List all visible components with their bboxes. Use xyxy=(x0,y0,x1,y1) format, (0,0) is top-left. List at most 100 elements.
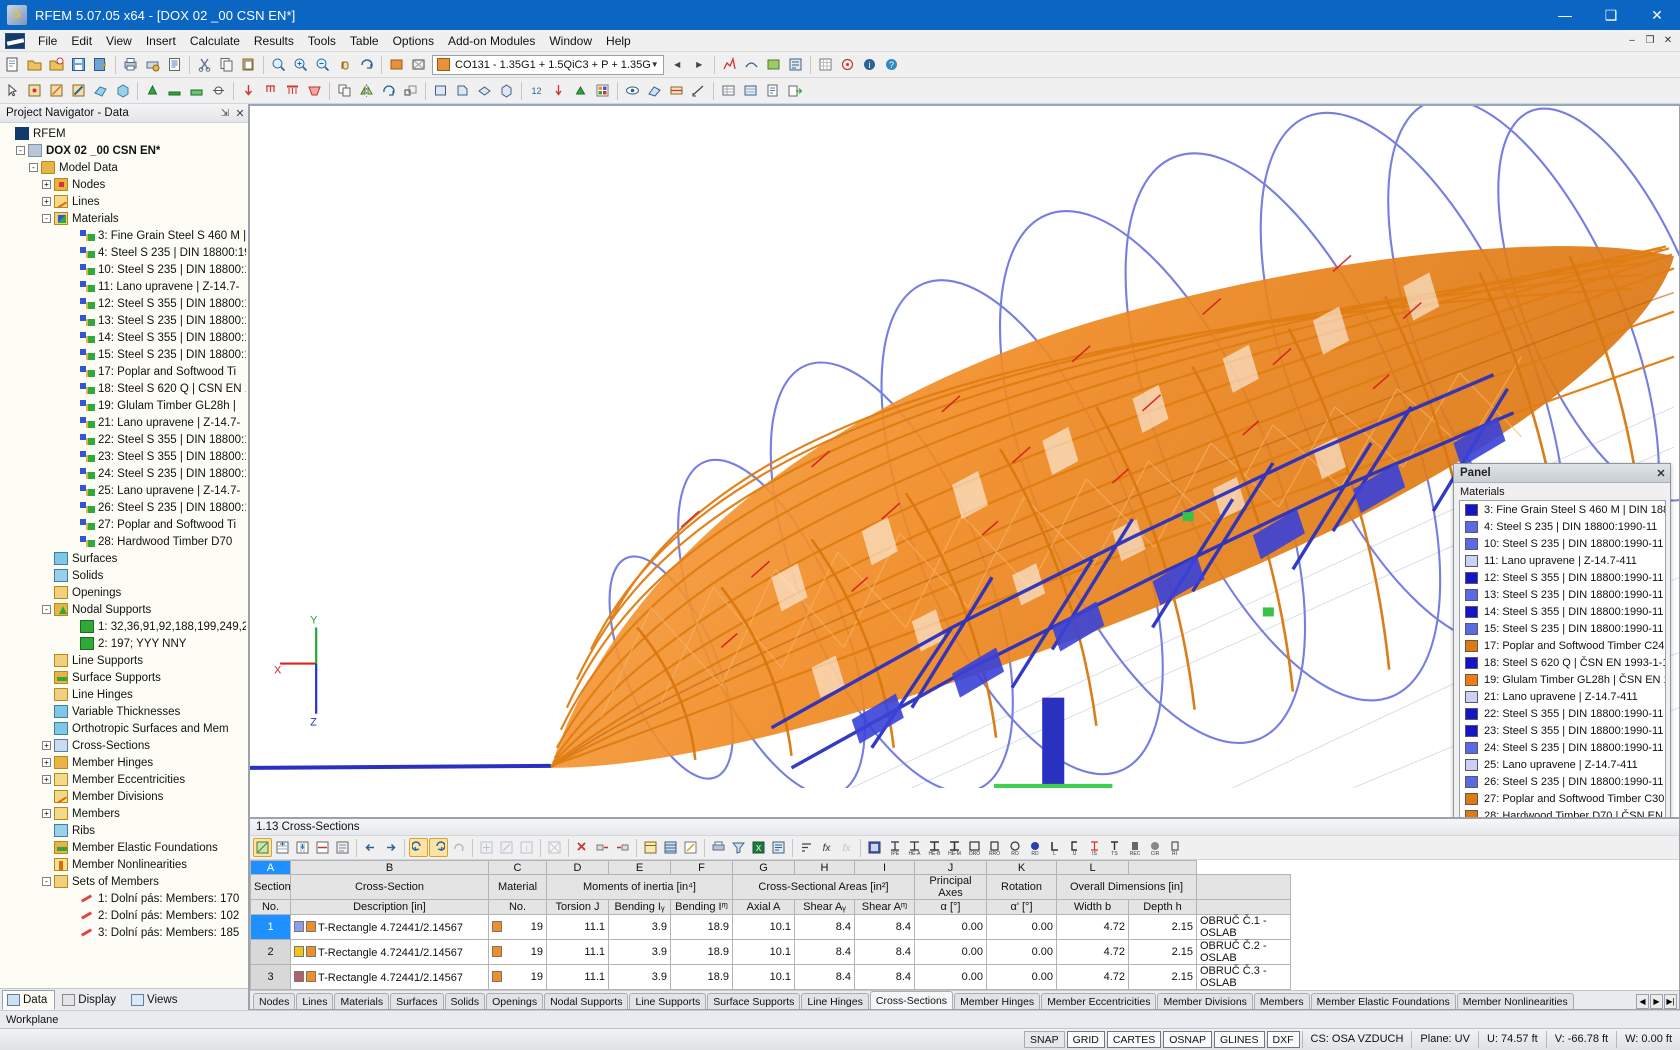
value-cell-torsion[interactable]: 11.1 xyxy=(547,940,609,965)
nav-tab-views[interactable]: Views xyxy=(126,990,185,1010)
new-nodal-load-icon[interactable] xyxy=(238,80,259,101)
new-node-icon[interactable] xyxy=(24,80,45,101)
panel-material-item[interactable]: 12: Steel S 355 | DIN 18800:1990-11 xyxy=(1460,569,1665,586)
expand-toggle-icon[interactable]: + xyxy=(42,197,51,206)
panel-material-item[interactable]: 24: Steel S 235 | DIN 18800:1990-11 xyxy=(1460,739,1665,756)
printout-report-icon[interactable] xyxy=(164,54,185,75)
menu-item-insert[interactable]: Insert xyxy=(139,32,183,50)
sheet-tab-scroll-button[interactable]: ◀ xyxy=(1636,994,1649,1009)
visibility-icon[interactable] xyxy=(622,80,643,101)
profile-ri-icon[interactable]: RI xyxy=(1165,838,1184,857)
panel-material-item[interactable]: 14: Steel S 355 | DIN 18800:1990-11 xyxy=(1460,603,1665,620)
show-numbering-icon[interactable]: 12 xyxy=(526,80,547,101)
expand-toggle-icon[interactable]: + xyxy=(42,741,51,750)
panel-material-item[interactable]: 13: Steel S 235 | DIN 18800:1990-11 xyxy=(1460,586,1665,603)
value-cell-depth[interactable]: 2.15 xyxy=(1129,940,1197,965)
menu-item-table[interactable]: Table xyxy=(343,32,386,50)
section-info-icon[interactable]: i xyxy=(517,838,536,857)
sheet-tab-scroll-button[interactable]: ▶| xyxy=(1664,994,1677,1009)
panel-material-item[interactable]: 23: Steel S 355 | DIN 18800:1990-11 xyxy=(1460,722,1665,739)
menu-item-help[interactable]: Help xyxy=(599,32,638,50)
value-cell-alpha2[interactable]: 0.00 xyxy=(987,965,1057,990)
column-letter-header[interactable]: E xyxy=(609,861,671,875)
rotate-view-icon[interactable] xyxy=(356,54,377,75)
clear-table-icon[interactable] xyxy=(545,838,564,857)
new-member-load-icon[interactable] xyxy=(260,80,281,101)
delete-selected-right-icon[interactable] xyxy=(613,838,632,857)
value-cell-width[interactable]: 4.72 xyxy=(1057,915,1129,940)
function-fx-remove-icon[interactable]: fx xyxy=(837,838,856,857)
tree-item[interactable]: 23: Steel S 355 | DIN 18800:1 xyxy=(0,448,248,465)
sheet-tab[interactable]: Lines xyxy=(296,993,333,1009)
sort-icon[interactable] xyxy=(797,838,816,857)
menu-item-edit[interactable]: Edit xyxy=(64,32,99,50)
new-nodal-support-icon[interactable] xyxy=(142,80,163,101)
print-table-icon[interactable] xyxy=(709,838,728,857)
cross-sections-table[interactable]: ABCDEFGHIJKL SectionCross-SectionMateria… xyxy=(250,860,1291,990)
copy-icon[interactable] xyxy=(216,54,237,75)
help-topics-icon[interactable]: ? xyxy=(881,54,902,75)
sheet-tab[interactable]: Openings xyxy=(486,993,543,1009)
cross-section-cell[interactable]: T-Rectangle 4.72441/2.14567 xyxy=(291,940,489,965)
sheet-tab[interactable]: Surface Supports xyxy=(707,993,800,1009)
value-cell-alpha2[interactable]: 0.00 xyxy=(987,915,1057,940)
profile-qro-icon[interactable]: QRO xyxy=(965,838,984,857)
secondary-toolbar[interactable]: 12 xyxy=(0,78,1680,104)
section-library-icon[interactable] xyxy=(865,838,884,857)
panel-material-item[interactable]: 27: Poplar and Softwood Timber C30 | ČSN xyxy=(1460,790,1665,807)
collapse-toggle-icon[interactable]: - xyxy=(29,163,38,172)
tree-item[interactable]: 14: Steel S 355 | DIN 18800:1 xyxy=(0,329,248,346)
export-excel-icon[interactable]: X xyxy=(749,838,768,857)
prev-load-case-button[interactable]: ◀ xyxy=(667,54,688,75)
sheet-tab[interactable]: Member Nonlinearities xyxy=(1457,993,1574,1009)
menu-item-addon-modules[interactable]: Add-on Modules xyxy=(441,32,542,50)
panel-material-item[interactable]: 22: Steel S 355 | DIN 18800:1990-11 xyxy=(1460,705,1665,722)
tree-item[interactable]: 27: Poplar and Softwood Ti xyxy=(0,516,248,533)
value-cell-shear-y[interactable]: 8.4 xyxy=(795,940,855,965)
value-cell-width[interactable]: 4.72 xyxy=(1057,965,1129,990)
panel-material-item[interactable]: 10: Steel S 235 | DIN 18800:1990-11 xyxy=(1460,535,1665,552)
value-cell-depth[interactable]: 2.15 xyxy=(1129,915,1197,940)
osnap-icon[interactable] xyxy=(837,54,858,75)
value-cell-shear-y[interactable]: 8.4 xyxy=(795,965,855,990)
status-toggle-dxf[interactable]: DXF xyxy=(1267,1031,1300,1048)
sheet-tab[interactable]: Surfaces xyxy=(390,993,443,1009)
panel-material-item[interactable]: 26: Steel S 235 | DIN 18800:1990-11 xyxy=(1460,773,1665,790)
tree-item[interactable]: 26: Steel S 235 | DIN 18800:1 xyxy=(0,499,248,516)
collapse-toggle-icon[interactable]: - xyxy=(42,214,51,223)
tree-item[interactable]: -DOX 02 _00 CSN EN* xyxy=(0,142,248,159)
profile-u-icon[interactable]: U xyxy=(1065,838,1084,857)
maximize-button[interactable]: ❑ xyxy=(1588,0,1634,30)
material-cell[interactable]: 19 xyxy=(489,915,547,940)
table-row[interactable]: 2T-Rectangle 4.72441/2.145671911.13.918.… xyxy=(251,940,1291,965)
tree-item[interactable]: 12: Steel S 355 | DIN 18800:1 xyxy=(0,295,248,312)
tree-item[interactable]: 4: Steel S 235 | DIN 18800:19 xyxy=(0,244,248,261)
table-toggle-icon[interactable] xyxy=(718,80,739,101)
column-letter-header[interactable]: D xyxy=(547,861,609,875)
tree-item[interactable]: 3: Fine Grain Steel S 460 M | xyxy=(0,227,248,244)
comment-cell[interactable]: OBRUČ Č.2 - OSLAB xyxy=(1197,940,1291,965)
tree-item[interactable]: Surfaces xyxy=(0,550,248,567)
delete-row-icon[interactable] xyxy=(313,838,332,857)
mdi-close-button[interactable]: ✕ xyxy=(1660,33,1676,49)
value-cell-shear-y[interactable]: 8.4 xyxy=(795,915,855,940)
open-file-icon[interactable] xyxy=(24,54,45,75)
new-member-hinge-icon[interactable] xyxy=(208,80,229,101)
status-toggle-snap[interactable]: SNAP xyxy=(1024,1031,1065,1048)
tree-item[interactable]: -Nodal Supports xyxy=(0,601,248,618)
tree-item[interactable]: -Model Data xyxy=(0,159,248,176)
column-letter-header[interactable]: L xyxy=(1057,861,1129,875)
insert-row-icon[interactable] xyxy=(273,838,292,857)
deformation-icon[interactable] xyxy=(741,54,762,75)
paste-icon[interactable] xyxy=(238,54,259,75)
new-surface-icon[interactable] xyxy=(90,80,111,101)
tree-item[interactable]: 10: Steel S 235 | DIN 18800:1 xyxy=(0,261,248,278)
insert-column-icon[interactable] xyxy=(293,838,312,857)
close-button[interactable]: ✕ xyxy=(1634,0,1680,30)
table-edit-icon[interactable] xyxy=(681,838,700,857)
tree-item[interactable]: Member Divisions xyxy=(0,788,248,805)
chevron-down-icon[interactable]: ▼ xyxy=(651,60,659,69)
show-loads-icon[interactable] xyxy=(548,80,569,101)
model-viewport[interactable]: Y X Z Panel ✕ Materials 3: Fine Grain St… xyxy=(249,104,1680,818)
profile-heb-icon[interactable]: HE-B xyxy=(925,838,944,857)
